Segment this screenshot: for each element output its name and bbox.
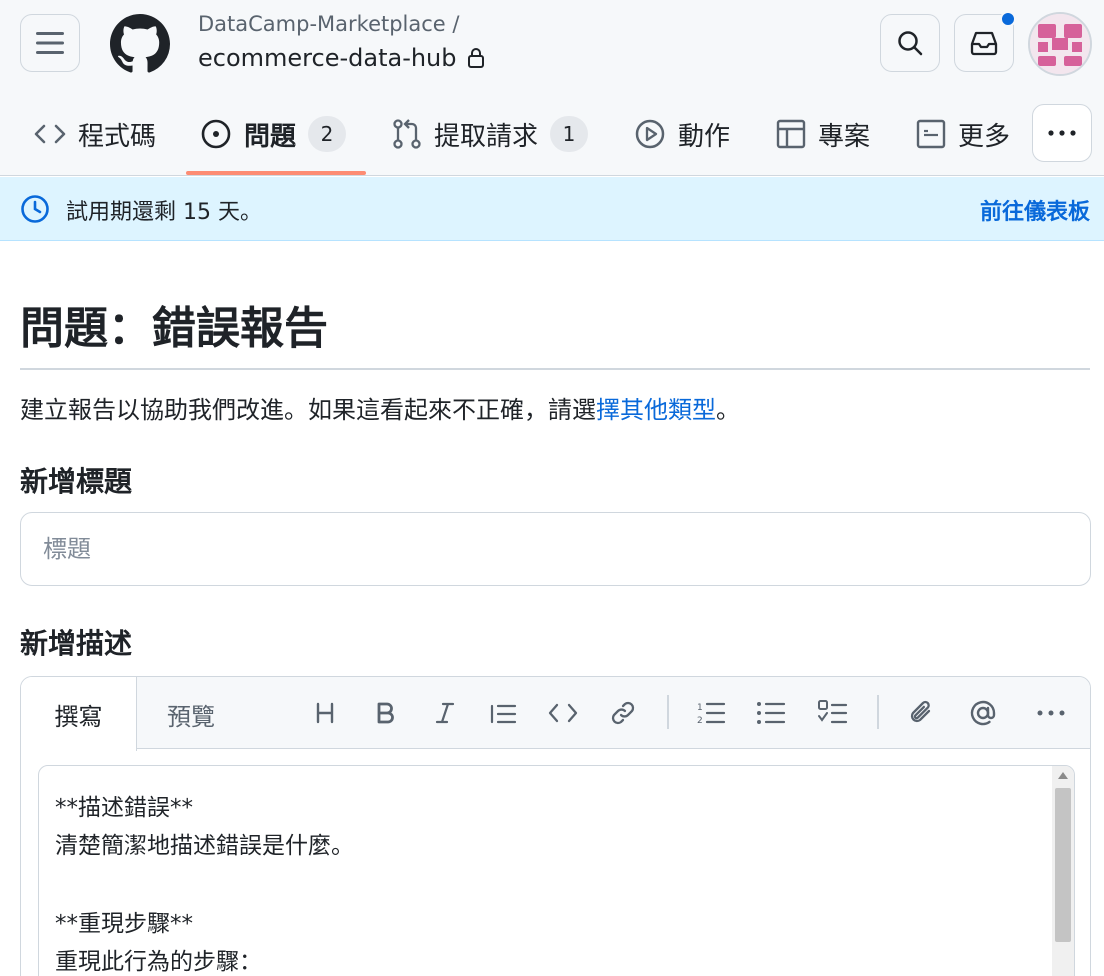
- title-input[interactable]: [20, 512, 1091, 586]
- search-icon: [898, 31, 923, 56]
- code-icon: [548, 703, 578, 723]
- tab-pull-requests[interactable]: 提取請求 1: [392, 92, 589, 176]
- notification-dot: [1000, 11, 1016, 27]
- tab-label: 專案: [818, 121, 871, 152]
- description-suffix: 。: [716, 396, 740, 424]
- active-tab-underline: [186, 171, 366, 175]
- dashboard-link[interactable]: 前往儀表板: [980, 194, 1090, 226]
- textarea-line: 重現此行為的步驟：: [55, 949, 262, 975]
- github-logo-icon[interactable]: [110, 14, 170, 74]
- bold-button[interactable]: [367, 695, 403, 731]
- clock-icon: [21, 195, 49, 223]
- tab-label: 提取請求: [434, 121, 539, 152]
- mention-button[interactable]: [965, 695, 1001, 731]
- avatar[interactable]: [1028, 12, 1092, 76]
- unordered-list-icon: [757, 702, 786, 724]
- tab-more[interactable]: 更多: [916, 92, 1010, 176]
- attach-file-button[interactable]: [903, 695, 939, 731]
- svg-text:2: 2: [697, 716, 703, 726]
- trial-banner: 試用期還剩 15 天。 前往儀表板: [0, 177, 1104, 241]
- description-textarea[interactable]: **描述錯誤** 清楚簡潔地描述錯誤是什麼。 **重現步驟** 重現此行為的步驟…: [38, 765, 1075, 976]
- issue-opened-icon: [201, 119, 231, 149]
- repo-name-link[interactable]: ecommerce-data-hub: [198, 44, 457, 72]
- bold-icon: [377, 702, 394, 724]
- pull-request-icon: [393, 119, 421, 149]
- tab-code[interactable]: 程式碼: [34, 92, 156, 176]
- write-tab[interactable]: 撰寫: [21, 677, 137, 751]
- play-icon: [635, 119, 665, 149]
- repo-owner-link[interactable]: DataCamp-Marketplace /: [198, 12, 459, 36]
- paperclip-icon: [910, 700, 931, 723]
- textarea-scrollbar[interactable]: [1052, 766, 1074, 976]
- more-tabs-button[interactable]: [1032, 104, 1092, 162]
- tab-label: 程式碼: [78, 121, 157, 152]
- code-icon: [34, 124, 66, 144]
- tab-label: 更多: [958, 121, 1011, 152]
- repo-nav-tabs: 程式碼 問題 2 提取請求 1 動作 專案 更多: [0, 92, 1104, 176]
- inbox-icon: [970, 31, 998, 56]
- ordered-list-icon: 1 2: [697, 702, 726, 726]
- scroll-up-arrow-icon[interactable]: [1058, 772, 1068, 779]
- link-icon: [611, 701, 635, 725]
- editor-toolbar: 撰寫 預覽 1 2: [21, 677, 1090, 751]
- title-label: 新增標題: [20, 465, 133, 498]
- toolbar-separator: [877, 695, 879, 729]
- unordered-list-button[interactable]: [753, 695, 789, 731]
- textarea-line: 清楚簡潔地描述錯誤是什麼。: [55, 833, 354, 859]
- tab-projects[interactable]: 專案: [776, 92, 870, 176]
- pull-requests-counter: 1: [550, 116, 589, 152]
- markdown-editor: 撰寫 預覽 1 2 **描述錯誤** 清楚簡潔地描述錯誤是什麼。 **重現步驟*…: [20, 676, 1091, 976]
- hamburger-icon: [36, 32, 64, 54]
- form-description: 建立報告以協助我們改進。如果這看起來不正確，請選擇其他類型。: [20, 390, 740, 425]
- table-icon: [776, 119, 806, 149]
- description-text: 建立報告以協助我們改進。如果這看起來不正確，請選: [20, 396, 596, 424]
- page-title: 問題：錯誤報告: [20, 303, 328, 354]
- textarea-line: **描述錯誤**: [55, 795, 193, 821]
- svg-text:1: 1: [697, 703, 703, 713]
- more-toolbar-button[interactable]: [1033, 695, 1069, 731]
- issues-counter: 2: [308, 116, 347, 152]
- ordered-list-button[interactable]: 1 2: [693, 695, 729, 731]
- tab-label: 問題: [244, 121, 297, 152]
- wiki-icon: [916, 119, 946, 149]
- kebab-horizontal-icon: [1037, 710, 1065, 716]
- search-button[interactable]: [880, 14, 940, 72]
- italic-icon: [435, 702, 455, 724]
- tab-actions[interactable]: 動作: [634, 92, 730, 176]
- quote-button[interactable]: [485, 695, 521, 731]
- task-list-button[interactable]: [815, 695, 851, 731]
- link-button[interactable]: [605, 695, 641, 731]
- mention-icon: [970, 700, 996, 726]
- tab-issues[interactable]: 問題 2: [200, 92, 347, 176]
- app-header: DataCamp-Marketplace / ecommerce-data-hu…: [0, 0, 1104, 92]
- heading-button[interactable]: [307, 695, 343, 731]
- textarea-line: **重現步驟**: [55, 911, 193, 937]
- quote-icon: [490, 704, 517, 724]
- repo-name-row: ecommerce-data-hub: [198, 44, 485, 72]
- lock-icon: [467, 48, 484, 68]
- task-list-icon: [818, 700, 848, 724]
- toolbar-separator: [667, 695, 669, 729]
- kebab-horizontal-icon: [1048, 130, 1076, 136]
- description-label: 新增描述: [20, 627, 133, 660]
- code-button[interactable]: [545, 695, 581, 731]
- menu-button[interactable]: [20, 14, 80, 72]
- scrollbar-thumb[interactable]: [1055, 788, 1071, 942]
- identicon-icon: [1030, 14, 1090, 74]
- preview-tab[interactable]: 預覽: [167, 697, 215, 732]
- choose-other-type-link[interactable]: 擇其他類型: [596, 396, 716, 424]
- italic-button[interactable]: [427, 695, 463, 731]
- heading-icon: [316, 702, 334, 724]
- tab-label: 動作: [678, 121, 731, 152]
- title-divider: [20, 368, 1090, 370]
- trial-text: 試用期還剩 15 天。: [66, 200, 262, 225]
